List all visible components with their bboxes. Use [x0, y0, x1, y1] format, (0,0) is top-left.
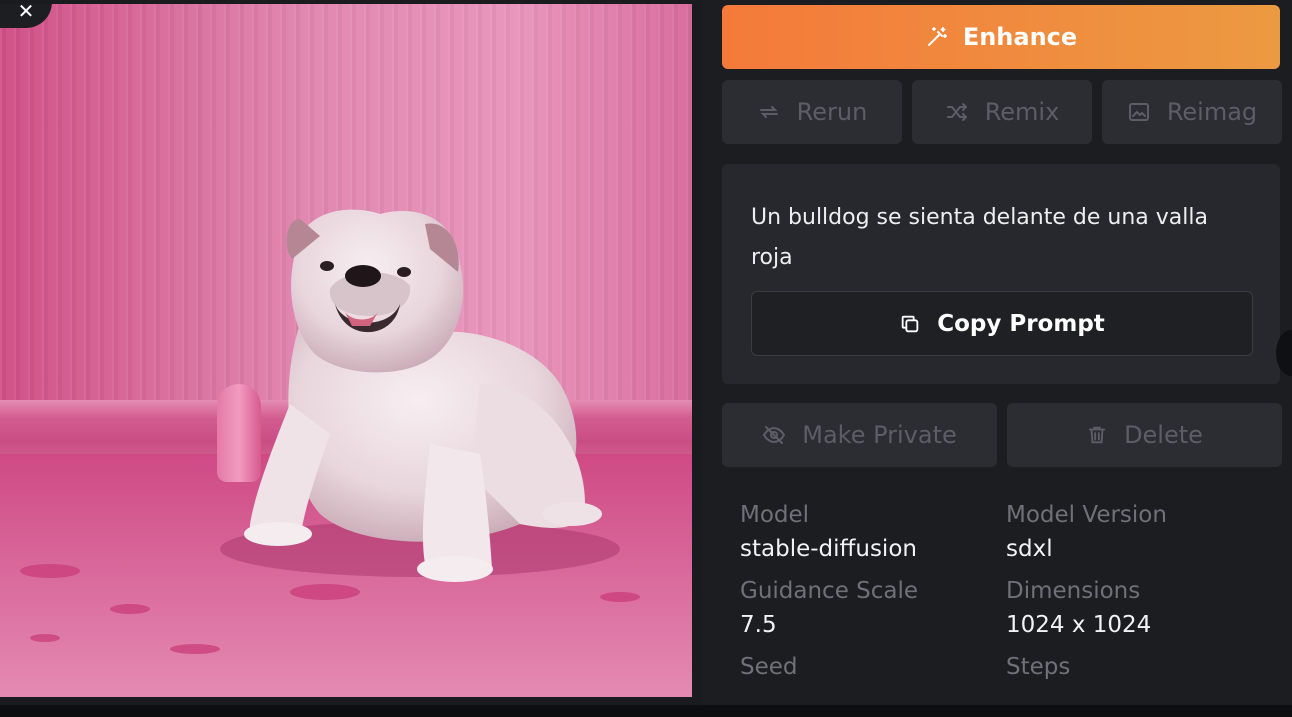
- copy-prompt-label: Copy Prompt: [937, 310, 1105, 337]
- bottom-strip: [0, 705, 1292, 717]
- copy-prompt-button[interactable]: Copy Prompt: [751, 291, 1253, 356]
- eye-off-icon: [762, 423, 786, 447]
- meta-label: Dimensions: [1006, 578, 1141, 604]
- meta-label: Guidance Scale: [740, 578, 919, 604]
- close-icon: ✕: [17, 4, 35, 23]
- enhance-label: Enhance: [962, 23, 1078, 51]
- reimagine-button[interactable]: Reimag: [1102, 80, 1282, 144]
- prompt-text: Un bulldog se sienta delante de una vall…: [751, 205, 1208, 270]
- details-sidebar: Enhance Rerun Remix Reimag Un bulldog se…: [702, 0, 1292, 717]
- meta-model-version: Model Version sdxl: [1006, 500, 1260, 566]
- meta-value: 7.5: [740, 612, 777, 638]
- make-private-button[interactable]: Make Private: [722, 403, 997, 467]
- generated-image[interactable]: ✕: [0, 4, 692, 697]
- meta-label: Seed: [740, 654, 798, 680]
- meta-model: Model stable-diffusion: [740, 500, 1006, 566]
- meta-value: stable-diffusion: [740, 536, 917, 562]
- secondary-actions: Rerun Remix Reimag: [722, 80, 1282, 144]
- remix-label: Remix: [984, 98, 1060, 126]
- shuffle-icon: [945, 100, 969, 124]
- rerun-label: Rerun: [796, 98, 868, 126]
- copy-icon: [899, 313, 921, 335]
- rerun-button[interactable]: Rerun: [722, 80, 902, 144]
- delete-button[interactable]: Delete: [1007, 403, 1282, 467]
- image-icon: [1127, 100, 1151, 124]
- meta-label: Model Version: [1006, 502, 1167, 528]
- enhance-button[interactable]: Enhance: [722, 5, 1280, 69]
- meta-dimensions: Dimensions 1024 x 1024: [1006, 576, 1260, 642]
- bulldog-illustration: [220, 209, 620, 582]
- meta-value: sdxl: [1006, 536, 1053, 562]
- refresh-icon: [757, 100, 781, 124]
- meta-guidance-scale: Guidance Scale 7.5: [740, 576, 1006, 642]
- prompt-card: Un bulldog se sienta delante de una vall…: [722, 164, 1280, 384]
- meta-seed: Seed: [740, 652, 1006, 682]
- meta-label: Steps: [1006, 654, 1071, 680]
- magic-wand-icon: [925, 25, 949, 49]
- meta-value: 1024 x 1024: [1006, 612, 1152, 638]
- remix-button[interactable]: Remix: [912, 80, 1092, 144]
- trash-icon: [1086, 424, 1108, 446]
- delete-label: Delete: [1124, 421, 1203, 449]
- meta-steps: Steps: [1006, 652, 1260, 682]
- make-private-label: Make Private: [802, 421, 957, 449]
- meta-label: Model: [740, 502, 810, 528]
- privacy-actions: Make Private Delete: [722, 403, 1282, 467]
- reimagine-label: Reimag: [1166, 98, 1258, 126]
- generation-metadata: Model stable-diffusion Model Version sdx…: [740, 500, 1260, 682]
